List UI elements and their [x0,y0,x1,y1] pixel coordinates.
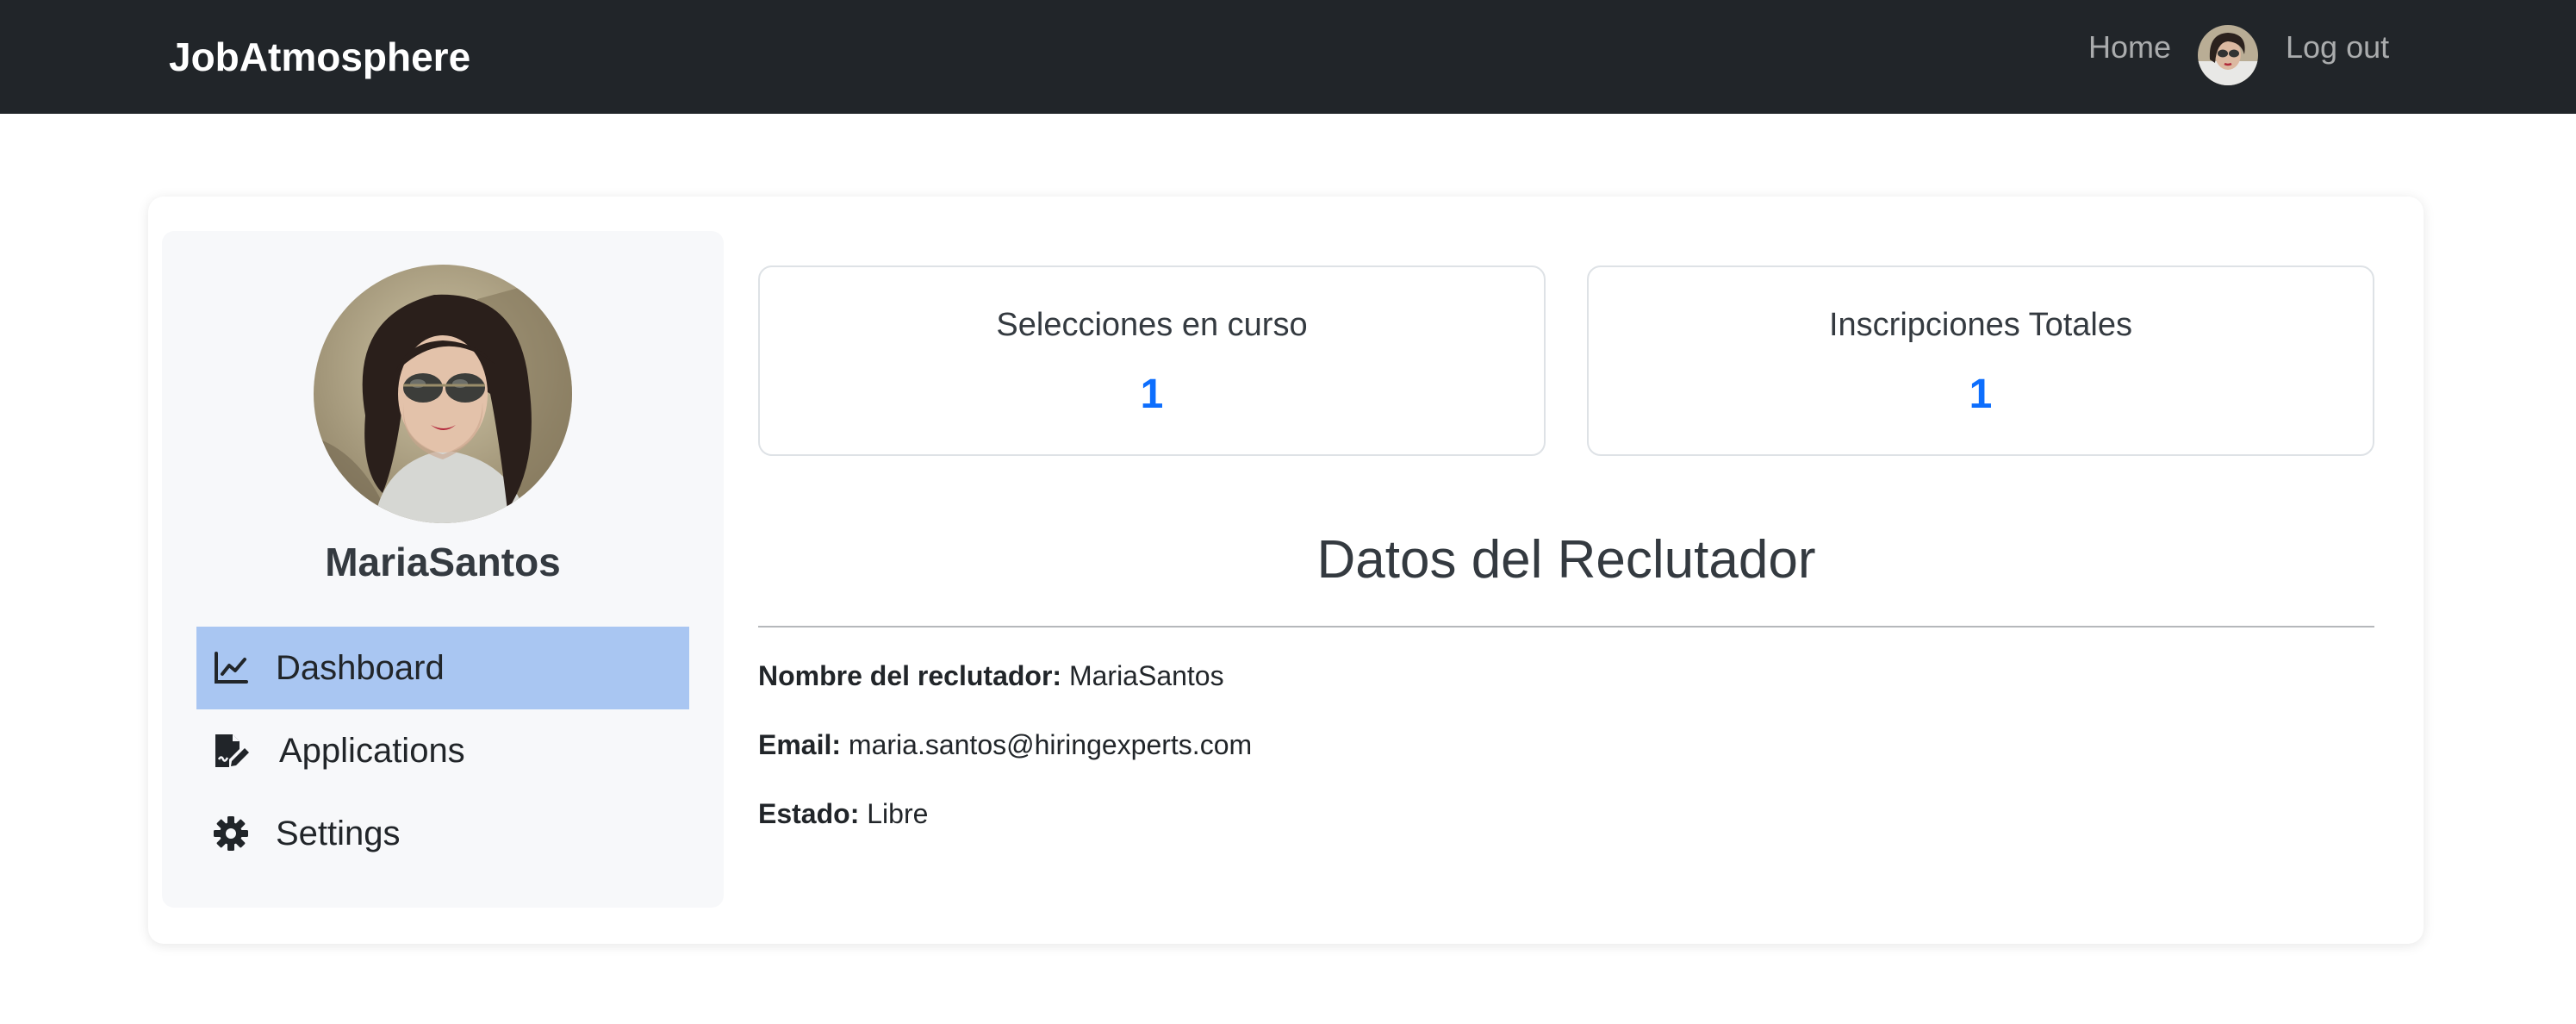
nav-user-avatar[interactable] [2198,25,2258,85]
stat-value: 1 [1969,372,1993,417]
gear-icon [212,815,250,852]
nav-logout-link[interactable]: Log out [2286,26,2389,69]
brand-logo[interactable]: JobAtmosphere [169,31,470,83]
stat-card-selecciones: Selecciones en curso 1 [758,265,1546,456]
detail-email: Email: maria.santos@hiringexperts.com [758,726,1252,764]
detail-recruiter-name: Nombre del reclutador: MariaSantos [758,657,1224,695]
detail-label: Email: [758,729,842,760]
section-divider [758,626,2374,628]
stat-card-inscripciones: Inscripciones Totales 1 [1587,265,2374,456]
detail-value: Libre [867,798,929,829]
section-title: Datos del Reclutador [1316,530,1816,590]
stat-title: Selecciones en curso [996,307,1308,343]
sidebar-item-applications[interactable]: Applications [196,709,689,792]
profile-username: MariaSantos [325,540,561,584]
detail-status: Estado: Libre [758,795,928,833]
sidebar-item-label: Settings [276,814,401,852]
top-navbar: JobAtmosphere Home Log out [0,0,2576,114]
detail-label: Estado: [758,798,860,829]
detail-label: Nombre del reclutador: [758,660,1062,691]
sidebar-item-settings[interactable]: Settings [196,792,689,875]
nav-home-link[interactable]: Home [2088,26,2171,69]
stat-value: 1 [1140,372,1164,417]
detail-value: MariaSantos [1068,660,1224,691]
chart-line-icon [212,649,250,687]
sidebar-item-label: Dashboard [276,648,445,687]
file-signature-icon [212,732,250,770]
stat-title: Inscripciones Totales [1828,307,2133,343]
sidebar-item-dashboard[interactable]: Dashboard [196,627,689,709]
detail-value: maria.santos@hiringexperts.com [848,729,1253,760]
sidebar-item-label: Applications [279,731,465,770]
profile-avatar [314,265,572,523]
